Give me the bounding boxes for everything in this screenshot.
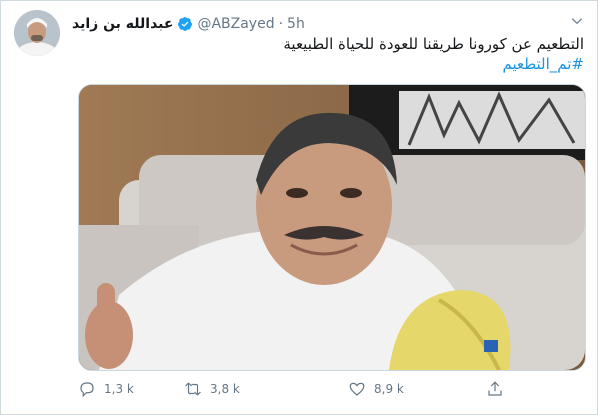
avatar[interactable]	[14, 10, 60, 56]
tweet-text: التطعيم عن كورونا طريقنا للعودة للحياة ا…	[72, 34, 584, 74]
reply-count: 1,3 k	[104, 382, 134, 396]
hashtag-link[interactable]: #تم_التطعيم	[72, 54, 584, 74]
separator-dot: ·	[278, 16, 284, 32]
display-name[interactable]: عبدالله بن زايد	[72, 16, 173, 32]
tweet-photo[interactable]	[78, 84, 586, 371]
tweet-header: عبدالله بن زايد @ABZayed · 5h	[72, 14, 305, 34]
action-bar: 1,3 k 3,8 k 8,9 k	[78, 378, 502, 400]
verified-badge-icon	[178, 17, 193, 31]
reply-button[interactable]: 1,3 k	[78, 378, 134, 400]
retweet-icon	[185, 382, 201, 396]
tweet-body: التطعيم عن كورونا طريقنا للعودة للحياة ا…	[283, 35, 584, 53]
reply-icon	[80, 382, 94, 398]
retweet-count: 3,8 k	[210, 382, 240, 396]
handle[interactable]: @ABZayed	[197, 16, 274, 32]
like-count: 8,9 k	[374, 382, 404, 396]
share-button[interactable]	[486, 378, 512, 400]
like-icon	[349, 382, 365, 396]
like-button[interactable]: 8,9 k	[348, 378, 404, 400]
chevron-down-icon[interactable]	[570, 14, 584, 28]
retweet-button[interactable]: 3,8 k	[184, 378, 240, 400]
timestamp[interactable]: 5h	[287, 16, 305, 32]
share-icon	[488, 381, 502, 396]
